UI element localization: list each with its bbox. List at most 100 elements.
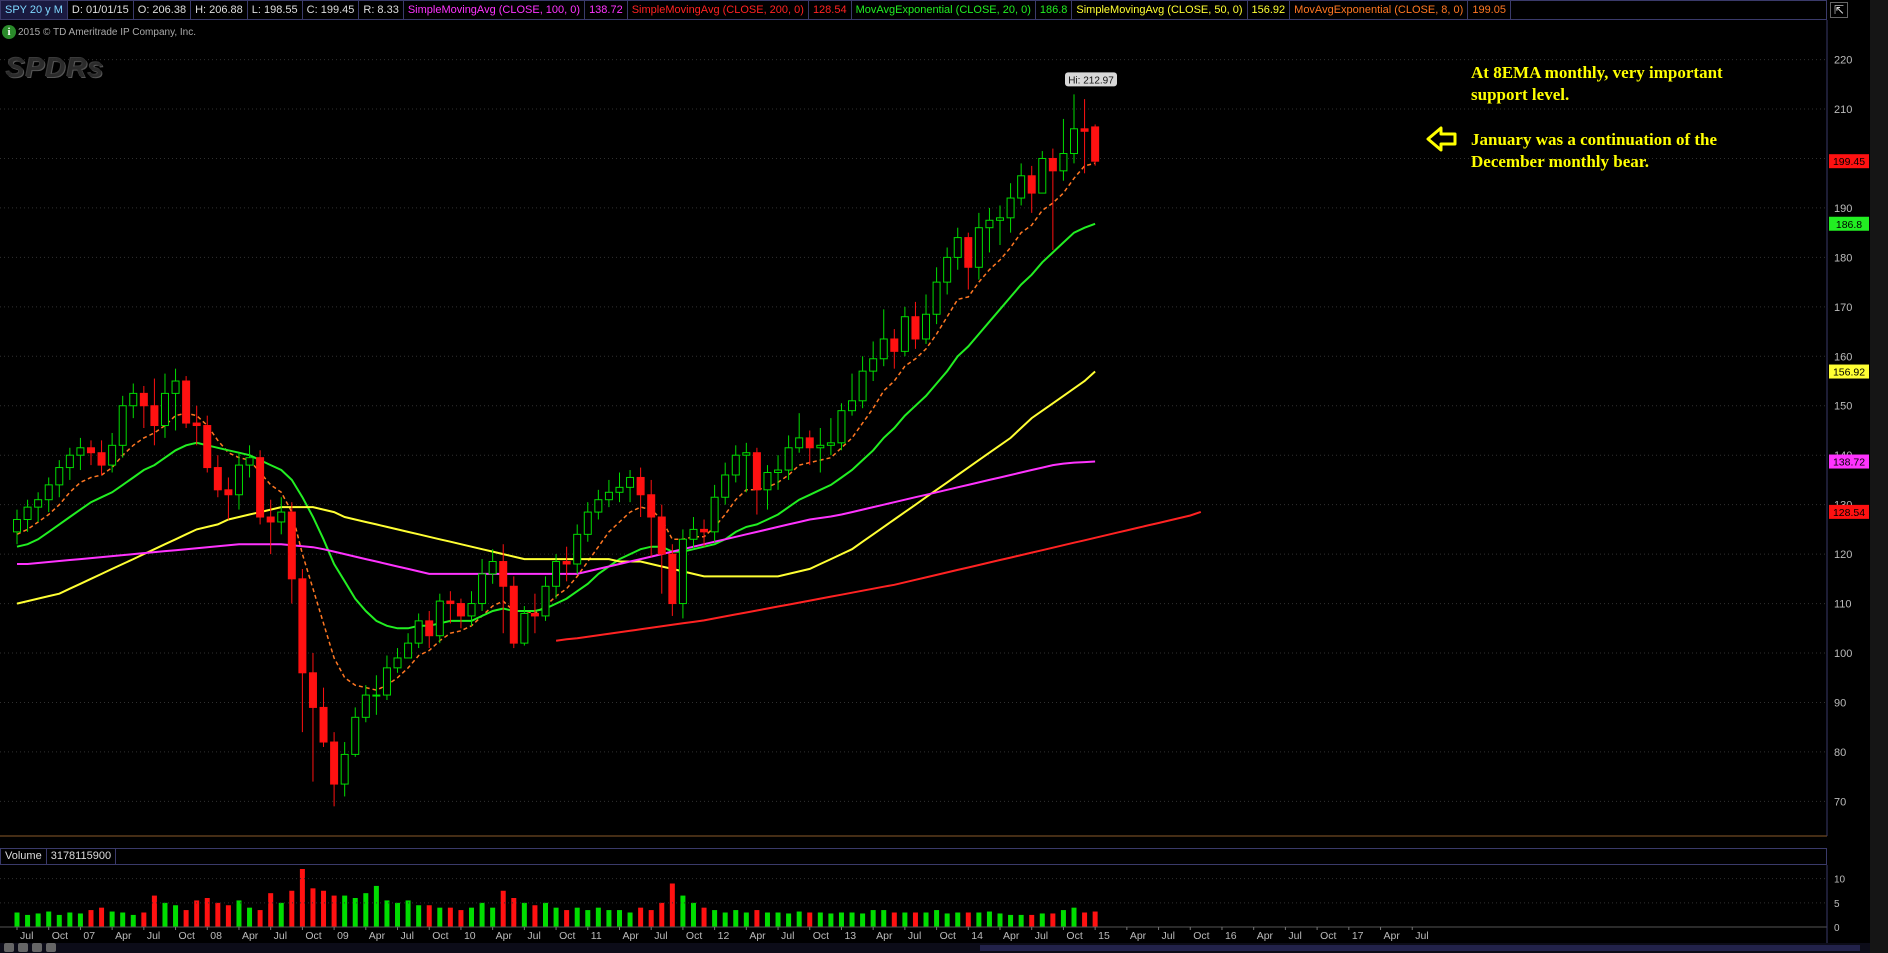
candle-body [108,444,117,466]
study-ema8-label[interactable]: MovAvgExponential (CLOSE, 8, 0) [1290,1,1469,19]
time-tick-label: Jul [1162,930,1175,942]
study-sma50-label[interactable]: SimpleMovingAvg (CLOSE, 50, 0) [1072,1,1248,19]
candle [816,428,825,473]
high-callout: Hi: 212.97 [1068,75,1114,86]
study-ema20-value: 186.8 [1036,1,1073,19]
volume-bar [310,888,316,927]
time-tick-label: Apr [749,930,766,942]
volume-bar [278,902,284,927]
candle-body [752,452,761,491]
range-value: R: 8.33 [359,1,404,19]
volume-bar [99,907,105,927]
candle [678,529,687,619]
chart-toggle-icon[interactable]: ⇱ [1830,2,1848,18]
time-tick-label: Jul [654,930,667,942]
candle-body [964,237,973,268]
zoom-in-icon[interactable] [18,943,28,952]
volume-bar [447,907,453,927]
y-tick-label: 150 [1834,401,1852,413]
volume-header: Volume 3178115900 [0,848,1827,865]
study-sma100-label[interactable]: SimpleMovingAvg (CLOSE, 100, 0) [404,1,586,19]
time-tick-label: 15 [1098,930,1110,942]
candle-body [657,516,666,555]
arrow-icon [1426,126,1457,152]
candle [150,378,159,446]
crosshair-icon[interactable] [32,943,42,952]
time-tick-label: Oct [432,930,448,942]
symbol-label[interactable]: SPY 20 y M [1,1,68,19]
candle [626,470,635,503]
candle [171,368,180,431]
candle [129,383,138,419]
volume-value: 3178115900 [47,849,117,864]
candle [974,212,983,280]
volume-bar [215,902,221,927]
candle-body [943,256,952,283]
volume-chart[interactable]: 0510 Jul Oct 07 Apr Jul Oct 08 Apr Jul Oct 09 Apr Ju… [0,865,1870,943]
candle-body [382,667,391,696]
candle [657,504,666,594]
volume-bar [775,912,781,927]
candle-body [647,494,656,518]
candle-body [287,511,296,580]
volume-tick-label: 5 [1834,899,1840,910]
study-ema20-label[interactable]: MovAvgExponential (CLOSE, 20, 0) [852,1,1036,19]
candle [900,306,909,357]
volume-bar [257,910,263,927]
volume-bar [1008,914,1014,927]
time-tick-label: Apr [876,930,893,942]
candle [499,544,508,634]
candle [108,432,117,473]
right-scroll-strip[interactable] [1870,0,1888,953]
candle-body [731,454,740,476]
candle [837,403,846,451]
volume-bar [56,914,62,927]
candle [382,655,391,700]
candle [456,598,465,629]
candle [86,440,95,466]
candle-body [626,476,635,488]
candle [1070,94,1078,164]
volume-bar [437,907,443,927]
candle-body [13,518,21,533]
candle [890,329,899,369]
time-tick-label: 13 [844,930,856,942]
y-tick-label: 170 [1834,302,1852,314]
candle-body [97,452,106,466]
candle-body [456,603,465,617]
candle [848,373,857,416]
y-tick-label: 220 [1834,55,1852,67]
study-header-bar: SPY 20 y M D: 01/01/15 O: 206.38 H: 206.… [0,0,1827,20]
zoom-out-icon[interactable] [4,943,14,952]
volume-bar [754,910,760,927]
candle [869,341,878,382]
candle-body [414,620,423,644]
volume-bar [669,883,675,927]
volume-bar [1029,914,1035,927]
volume-label[interactable]: Volume [1,849,47,864]
volume-bar [965,912,971,927]
volume-bar [426,905,432,927]
candle [795,413,804,453]
volume-bar [88,910,94,927]
horizontal-scrollbar[interactable] [0,943,1870,953]
time-tick-label: Apr [1257,930,1274,942]
y-tick-label: 100 [1834,648,1852,660]
volume-bar [1050,913,1056,927]
study-sma200-label[interactable]: SimpleMovingAvg (CLOSE, 200, 0) [628,1,809,19]
candle [763,465,772,510]
drawing-tool-icon[interactable] [46,943,56,952]
candle-body [23,506,32,520]
candle [425,610,434,649]
candle-body [351,716,360,755]
candle-body [372,694,381,697]
scroll-thumb[interactable] [980,945,1860,951]
candle-body [805,437,814,449]
candle-body [404,642,413,659]
candle [530,593,539,634]
annotation-line-3: January was a continuation of the [1471,130,1718,149]
time-tick-label: Oct [686,930,702,942]
candle-body [256,457,265,518]
candle [213,455,222,498]
candle [985,207,994,253]
